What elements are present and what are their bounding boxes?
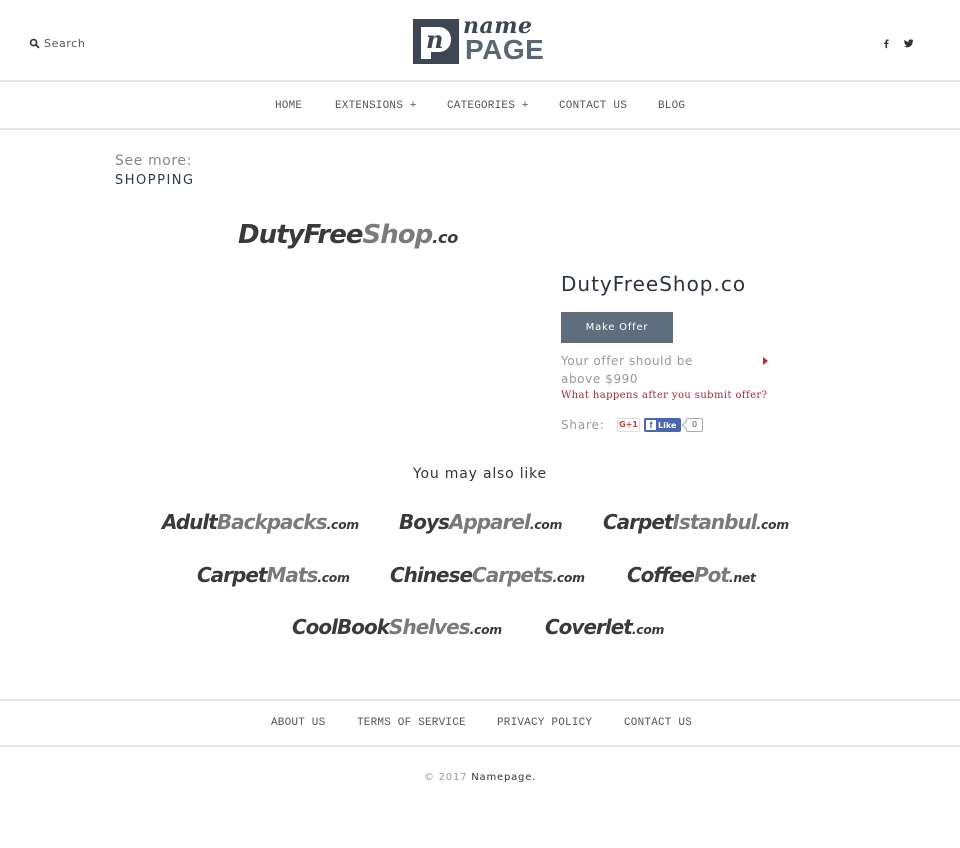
recommended-domain[interactable]: Coverlet.com (545, 615, 664, 639)
logo-mark: n (413, 19, 459, 64)
rec-light: Shelves (389, 615, 471, 639)
facebook-icon[interactable] (881, 38, 892, 49)
rec-dark: Adult (162, 510, 218, 534)
twitter-icon[interactable] (903, 38, 914, 49)
logo-page-text: PAGE (465, 34, 545, 65)
rec-light: Carpets (472, 563, 553, 587)
facebook-icon: f (646, 420, 656, 430)
offer-note: Your offer should be above $990 (561, 354, 693, 386)
main-nav: HOME EXTENSIONS + CATEGORIES + CONTACT U… (0, 84, 960, 130)
recommended-domain[interactable]: CoolBookShelves.com (292, 615, 502, 639)
also-like-title: You may also like (413, 466, 547, 482)
share-label: Share: (561, 418, 605, 432)
nav-categories[interactable]: CATEGORIES + (447, 100, 529, 112)
domain-logo-dark: DutyFree (238, 220, 363, 250)
nav-home[interactable]: HOME (275, 100, 302, 112)
rec-tld: .com (469, 622, 503, 637)
make-offer-button[interactable]: Make Offer (561, 312, 673, 343)
facebook-like-count: 0 (686, 418, 703, 432)
see-more-label: See more: (115, 153, 192, 169)
footer-terms-of-service[interactable]: TERMS OF SERVICE (357, 717, 466, 729)
nav-contact-us[interactable]: CONTACT US (559, 100, 627, 112)
rec-dark: Coffee (627, 563, 695, 587)
site-header: Search n name PAGE (0, 0, 960, 82)
rec-tld: .com (756, 517, 790, 532)
rec-dark: Carpet (197, 563, 267, 587)
domain-logo-light: Shop (362, 220, 433, 250)
rec-tld: .com (326, 517, 360, 532)
social-links (881, 38, 914, 49)
recommended-domain[interactable]: CarpetIstanbul.com (603, 510, 789, 534)
rec-dark: Coverlet (545, 615, 633, 639)
recommended-domain[interactable]: ChineseCarpets.com (390, 563, 585, 587)
recommended-domain[interactable]: AdultBackpacks.com (162, 510, 359, 534)
footer-nav: ABOUT US TERMS OF SERVICE PRIVACY POLICY… (0, 699, 960, 747)
footer-about-us[interactable]: ABOUT US (271, 717, 325, 729)
copyright-year: © 2017 (423, 772, 468, 783)
rec-dark: Boys (399, 510, 450, 534)
domain-title: DutyFreeShop.co (561, 272, 747, 296)
rec-dark: Carpet (603, 510, 673, 534)
copyright-brand-link[interactable]: Namepage. (471, 772, 536, 783)
nav-extensions[interactable]: EXTENSIONS + (335, 100, 417, 112)
what-happens-link[interactable]: What happens after you submit offer? (561, 390, 767, 401)
rec-tld: .com (631, 622, 665, 637)
recommended-domain[interactable]: CarpetMats.com (197, 563, 350, 587)
rec-tld: .com (317, 570, 350, 585)
caret-right-icon[interactable] (763, 357, 768, 365)
rec-tld: .com (529, 517, 563, 532)
rec-tld: .com (552, 570, 585, 585)
search-label: Search (44, 37, 86, 50)
rec-light: Mats (266, 563, 318, 587)
namepage-logo[interactable]: n name PAGE (413, 13, 549, 65)
search-button[interactable]: Search (29, 37, 85, 50)
facebook-like-label: Like (658, 420, 677, 430)
domain-logo-tld: .co (432, 228, 459, 247)
rec-dark: Chinese (390, 563, 473, 587)
category-link[interactable]: SHOPPING (115, 173, 195, 188)
rec-light: Apparel (448, 510, 531, 534)
logo-mark-letter: n (426, 25, 444, 54)
facebook-like-button[interactable]: f Like (644, 418, 681, 432)
footer-privacy-policy[interactable]: PRIVACY POLICY (497, 717, 592, 729)
rec-light: Backpacks (216, 510, 328, 534)
nav-blog[interactable]: BLOG (658, 100, 685, 112)
rec-dark: CoolBook (292, 615, 390, 639)
footer-contact-us[interactable]: CONTACT US (624, 717, 692, 729)
recommended-domain[interactable]: BoysApparel.com (399, 510, 562, 534)
rec-tld: .net (728, 570, 756, 585)
recommended-domain[interactable]: CoffeePot.net (627, 563, 756, 587)
domain-logo: DutyFreeShop.co (238, 220, 458, 250)
search-icon (29, 38, 40, 49)
copyright: © 2017 Namepage. (0, 772, 960, 783)
rec-light: Pot (693, 563, 730, 587)
rec-light: Istanbul (672, 510, 757, 534)
google-plus-button[interactable]: G+1 (617, 418, 640, 432)
